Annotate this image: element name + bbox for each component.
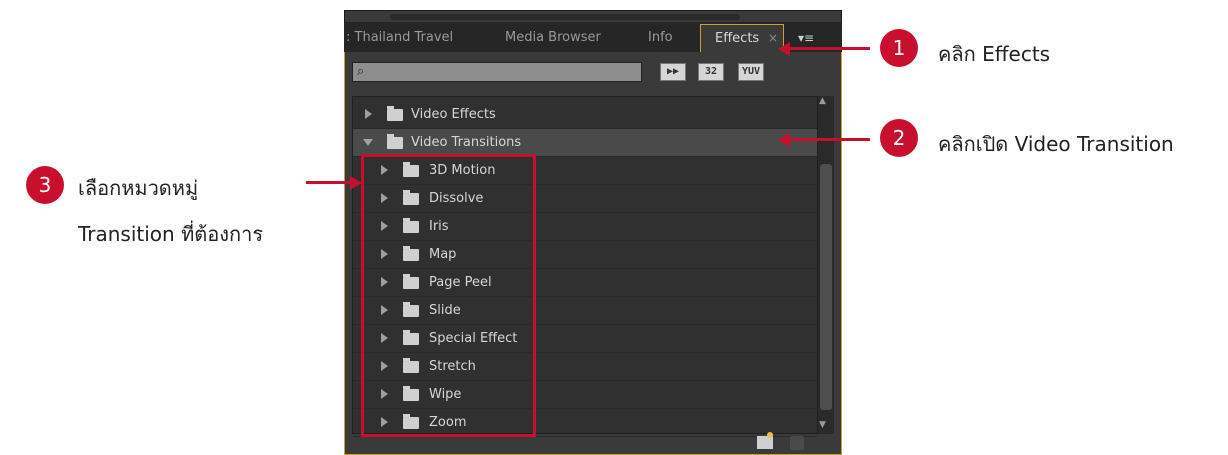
- accelerated-effects-icon[interactable]: ▶▶: [660, 63, 686, 81]
- yuv-effects-icon[interactable]: YUV: [738, 63, 764, 81]
- new-bin-icon[interactable]: [757, 432, 773, 449]
- annotation-arrow: [790, 47, 870, 50]
- scroll-up-icon[interactable]: ▲: [819, 96, 826, 106]
- arrow-head-icon: [778, 133, 790, 147]
- chevron-down-icon[interactable]: [363, 139, 373, 146]
- scroll-down-icon[interactable]: ▼: [819, 420, 826, 430]
- chevron-right-icon[interactable]: [365, 109, 372, 119]
- 32-bit-effects-icon[interactable]: 32: [698, 63, 724, 81]
- search-input[interactable]: ⌕: [352, 62, 642, 82]
- step-badge: 3: [26, 166, 64, 204]
- highlight-box: [361, 154, 536, 437]
- tab-thailand-travel[interactable]: : Thailand Travel: [346, 24, 453, 52]
- tab-media-browser[interactable]: Media Browser: [505, 24, 601, 52]
- annotation-arrow: [306, 181, 350, 184]
- step-note-line2: Transition ที่ต้องการ: [78, 222, 264, 246]
- arrow-head-icon: [350, 176, 362, 190]
- step-note-line1: เลือกหมวดหมู่: [78, 176, 199, 200]
- trash-icon[interactable]: [790, 436, 804, 450]
- search-icon: ⌕: [357, 64, 365, 79]
- scrollbar-thumb[interactable]: [820, 164, 832, 410]
- arrow-head-icon: [778, 42, 790, 56]
- tab-info[interactable]: Info: [648, 24, 673, 52]
- folder-icon: [387, 134, 403, 149]
- annotation-arrow: [790, 138, 870, 141]
- step-badge: 2: [880, 119, 918, 157]
- close-icon[interactable]: ×: [768, 24, 778, 52]
- list-item-video-transitions[interactable]: Video Transitions: [353, 129, 817, 157]
- panel-grip[interactable]: [390, 14, 740, 20]
- list-item-label: Video Effects: [411, 107, 496, 122]
- folder-icon: [387, 106, 403, 121]
- step-note: คลิกเปิด Video Transition: [938, 132, 1174, 156]
- list-item-video-effects[interactable]: Video Effects: [353, 101, 817, 129]
- list-item-label: Video Transitions: [411, 135, 522, 150]
- step-note: คลิก Effects: [938, 42, 1051, 66]
- step-badge: 1: [880, 29, 918, 67]
